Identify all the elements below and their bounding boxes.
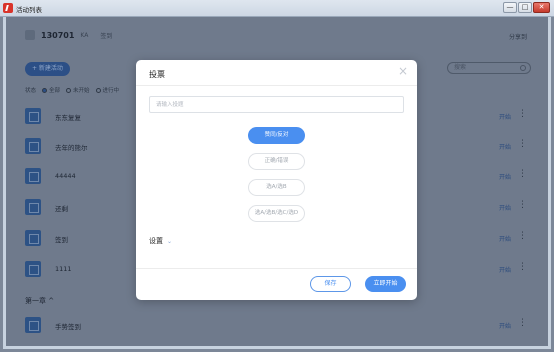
dialog-title: 投票 <box>149 70 165 79</box>
filter-option-not-started[interactable]: 未开始 <box>66 86 90 94</box>
radio-icon <box>95 88 101 93</box>
activity-icon <box>25 199 41 215</box>
vote-topic-input[interactable] <box>149 96 404 113</box>
window-controls: — □ ✕ <box>502 2 550 13</box>
option-a-b[interactable]: 选A/选B <box>248 179 305 196</box>
option-agree-oppose[interactable]: 赞同/反对 <box>248 127 305 144</box>
activity-name: 签到 <box>55 236 68 244</box>
settings-label: 设置 <box>149 237 163 245</box>
search-icon[interactable] <box>520 65 526 71</box>
class-number: 130701 <box>41 30 75 40</box>
window-title: 活动列表 <box>16 6 42 14</box>
activity-start-link[interactable]: 开始 <box>499 142 511 151</box>
filter-option-all[interactable]: 全部 <box>42 86 60 94</box>
app-client-area: 130701 KA 签到 分享到 + 新建活动 搜索 状态 全部 未开始 进行中… <box>3 17 551 349</box>
maximize-button[interactable]: □ <box>518 2 532 13</box>
more-icon[interactable]: ⋮ <box>518 200 527 210</box>
activity-start-link[interactable]: 开始 <box>499 265 511 274</box>
status-filter: 状态 全部 未开始 进行中 <box>25 86 119 94</box>
window-titlebar: 活动列表 — □ ✕ <box>0 0 554 17</box>
radio-icon <box>66 88 72 93</box>
activity-icon <box>25 261 41 277</box>
activity-start-link[interactable]: 开始 <box>499 203 511 212</box>
divider <box>136 268 417 269</box>
activity-start-link[interactable]: 开始 <box>499 172 511 181</box>
activity-icon <box>25 138 41 154</box>
chapter-toggle[interactable]: 第一章 ^ <box>25 296 54 306</box>
activity-start-link[interactable]: 开始 <box>499 112 511 121</box>
minimize-button[interactable]: — <box>503 2 517 13</box>
activity-icon <box>25 108 41 124</box>
activity-icon <box>25 168 41 184</box>
radio-icon <box>42 88 48 93</box>
option-a-b-c-d[interactable]: 选A/选B/选C/选D <box>248 205 305 222</box>
activity-name: 东东复复 <box>55 114 81 122</box>
class-icon <box>25 30 35 40</box>
new-activity-button[interactable]: + 新建活动 <box>25 62 70 76</box>
activity-name: 44444 <box>55 172 76 180</box>
activity-name: 还剩 <box>55 205 68 213</box>
more-icon[interactable]: ⋮ <box>518 318 527 328</box>
activity-icon <box>25 317 41 333</box>
search-input[interactable]: 搜索 <box>447 62 531 74</box>
activity-name: 去年的熊尔 <box>55 144 88 152</box>
settings-toggle[interactable]: 设置 ⌄ <box>149 236 172 246</box>
save-button[interactable]: 保存 <box>310 276 351 292</box>
option-true-false[interactable]: 正确/错误 <box>248 153 305 170</box>
more-icon[interactable]: ⋮ <box>518 262 527 272</box>
class-tag[interactable]: 签到 <box>100 31 112 40</box>
close-icon[interactable]: × <box>398 65 408 77</box>
share-link[interactable]: 分享到 <box>509 32 527 41</box>
more-icon[interactable]: ⋮ <box>518 109 527 119</box>
activity-icon <box>25 230 41 246</box>
app-logo-icon <box>3 3 13 13</box>
activity-row[interactable]: 手势签到 开始 ⋮ <box>25 317 529 333</box>
filter-label: 状态 <box>25 88 37 94</box>
more-icon[interactable]: ⋮ <box>518 231 527 241</box>
divider <box>136 85 417 86</box>
activity-name: 1111 <box>55 265 72 273</box>
class-subtitle: KA <box>80 31 89 39</box>
activity-start-link[interactable]: 开始 <box>499 321 511 330</box>
more-icon[interactable]: ⋮ <box>518 169 527 179</box>
class-header: 130701 KA 签到 <box>25 30 112 40</box>
close-window-button[interactable]: ✕ <box>533 2 550 13</box>
chevron-down-icon: ⌄ <box>167 238 173 245</box>
filter-option-in-progress[interactable]: 进行中 <box>95 86 119 94</box>
start-now-button[interactable]: 立即开始 <box>365 276 406 292</box>
activity-start-link[interactable]: 开始 <box>499 234 511 243</box>
activity-name: 手势签到 <box>55 323 81 331</box>
search-placeholder: 搜索 <box>454 64 467 71</box>
more-icon[interactable]: ⋮ <box>518 139 527 149</box>
vote-dialog: 投票 × 赞同/反对 正确/错误 选A/选B 选A/选B/选C/选D 设置 ⌄ 保… <box>136 60 417 300</box>
